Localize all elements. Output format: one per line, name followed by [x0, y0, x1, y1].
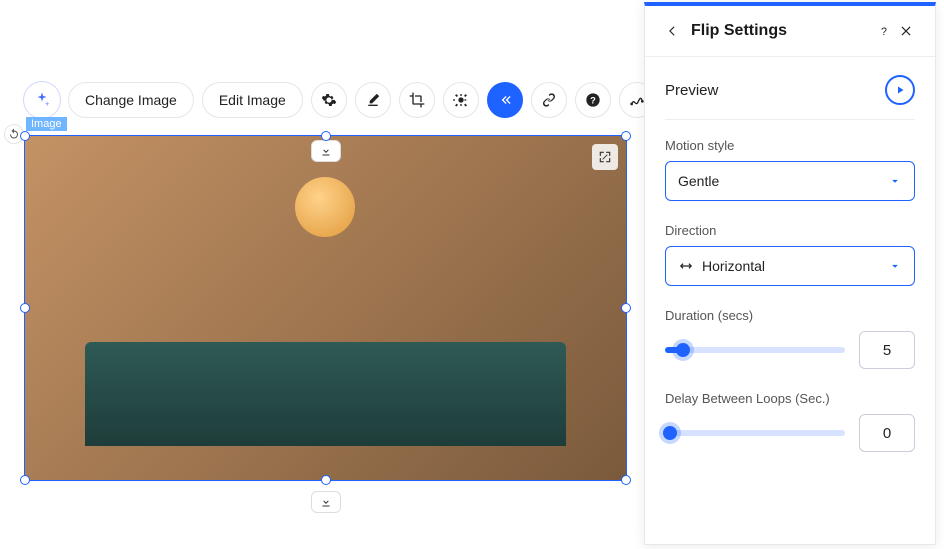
duration-label: Duration (secs) — [665, 308, 915, 323]
change-image-button[interactable]: Change Image — [68, 82, 194, 118]
horizontal-arrows-icon — [678, 259, 694, 273]
settings-button[interactable] — [311, 82, 347, 118]
motion-style-value: Gentle — [678, 173, 719, 189]
flip-settings-panel: Flip Settings ? Preview Motion style Gen… — [644, 2, 936, 545]
resize-handle-ml[interactable] — [20, 303, 30, 313]
edit-image-button[interactable]: Edit Image — [202, 82, 303, 118]
animation-button[interactable] — [487, 82, 523, 118]
chevron-down-icon — [888, 174, 902, 188]
direction-select[interactable]: Horizontal — [665, 246, 915, 286]
resize-handle-br[interactable] — [621, 475, 631, 485]
panel-header: Flip Settings ? — [645, 6, 935, 57]
direction-value: Horizontal — [702, 258, 765, 274]
crop-button[interactable] — [399, 82, 435, 118]
delay-field: Delay Between Loops (Sec.) 0 — [665, 391, 915, 452]
image-canvas[interactable]: Image — [24, 135, 627, 481]
link-button[interactable] — [531, 82, 567, 118]
expand-icon[interactable] — [592, 144, 618, 170]
direction-label: Direction — [665, 223, 915, 238]
preview-row: Preview — [665, 75, 915, 120]
delay-slider[interactable] — [665, 430, 845, 436]
panel-title: Flip Settings — [691, 22, 873, 40]
download-top-button[interactable] — [311, 140, 341, 162]
chevron-down-icon — [888, 259, 902, 273]
magic-wand-button[interactable] — [443, 82, 479, 118]
change-image-label: Change Image — [85, 92, 177, 108]
element-type-badge: Image — [26, 117, 67, 131]
preview-play-button[interactable] — [885, 75, 915, 105]
resize-handle-tl[interactable] — [20, 131, 30, 141]
back-button[interactable] — [663, 24, 681, 38]
delay-input[interactable]: 0 — [859, 414, 915, 452]
selected-image[interactable] — [25, 136, 626, 480]
resize-handle-bl[interactable] — [20, 475, 30, 485]
help-button[interactable]: ? — [575, 82, 611, 118]
duration-field: Duration (secs) 5 — [665, 308, 915, 369]
duration-input[interactable]: 5 — [859, 331, 915, 369]
resize-handle-mr[interactable] — [621, 303, 631, 313]
edit-image-label: Edit Image — [219, 92, 286, 108]
motion-style-field: Motion style Gentle — [665, 138, 915, 201]
svg-text:?: ? — [590, 95, 596, 105]
direction-field: Direction Horizontal — [665, 223, 915, 286]
duration-slider[interactable] — [665, 347, 845, 353]
motion-style-select[interactable]: Gentle — [665, 161, 915, 201]
motion-style-label: Motion style — [665, 138, 915, 153]
panel-close-button[interactable] — [895, 24, 917, 38]
resize-handle-tr[interactable] — [621, 131, 631, 141]
delay-label: Delay Between Loops (Sec.) — [665, 391, 915, 406]
panel-help-button[interactable]: ? — [873, 23, 895, 39]
resize-handle-tm[interactable] — [321, 131, 331, 141]
svg-text:?: ? — [881, 26, 887, 38]
ai-sparkle-button[interactable] — [24, 82, 60, 118]
download-bottom-button[interactable] — [311, 491, 341, 513]
resize-handle-bm[interactable] — [321, 475, 331, 485]
selection-frame — [24, 135, 627, 481]
brush-button[interactable] — [355, 82, 391, 118]
image-toolbar: Change Image Edit Image ? — [24, 82, 655, 118]
preview-label: Preview — [665, 82, 718, 99]
